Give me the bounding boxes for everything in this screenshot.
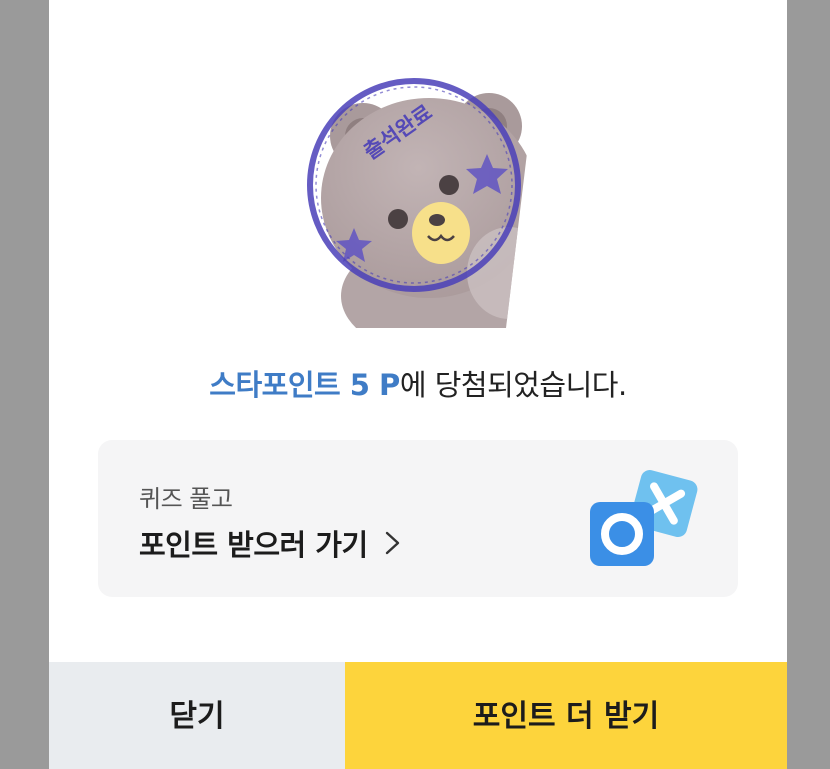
get-more-points-button[interactable]: 포인트 더 받기 <box>345 662 787 769</box>
ox-quiz-icon <box>590 470 698 566</box>
close-button[interactable]: 닫기 <box>49 662 345 769</box>
bear-character <box>321 93 536 328</box>
prize-amount: 스타포인트 5 P <box>209 368 400 402</box>
quiz-card-subtitle: 퀴즈 풀고 <box>139 485 233 513</box>
chevron-right-icon <box>385 531 399 555</box>
prize-message: 스타포인트 5 P에 당첨되었습니다. <box>49 362 787 404</box>
quiz-points-card[interactable]: 퀴즈 풀고 포인트 받으러 가기 <box>98 440 738 597</box>
attendance-result-modal: 출석완료 스타포인트 5 P에 당첨되었습니다. 퀴즈 풀고 포인트 받으러 가… <box>49 0 787 769</box>
quiz-card-title-text: 포인트 받으러 가기 <box>139 528 368 562</box>
bear-attendance-stamp-illustration: 출석완료 <box>307 78 536 328</box>
prize-message-suffix: 에 당첨되었습니다. <box>399 368 627 402</box>
quiz-card-title: 포인트 받으러 가기 <box>139 522 404 564</box>
